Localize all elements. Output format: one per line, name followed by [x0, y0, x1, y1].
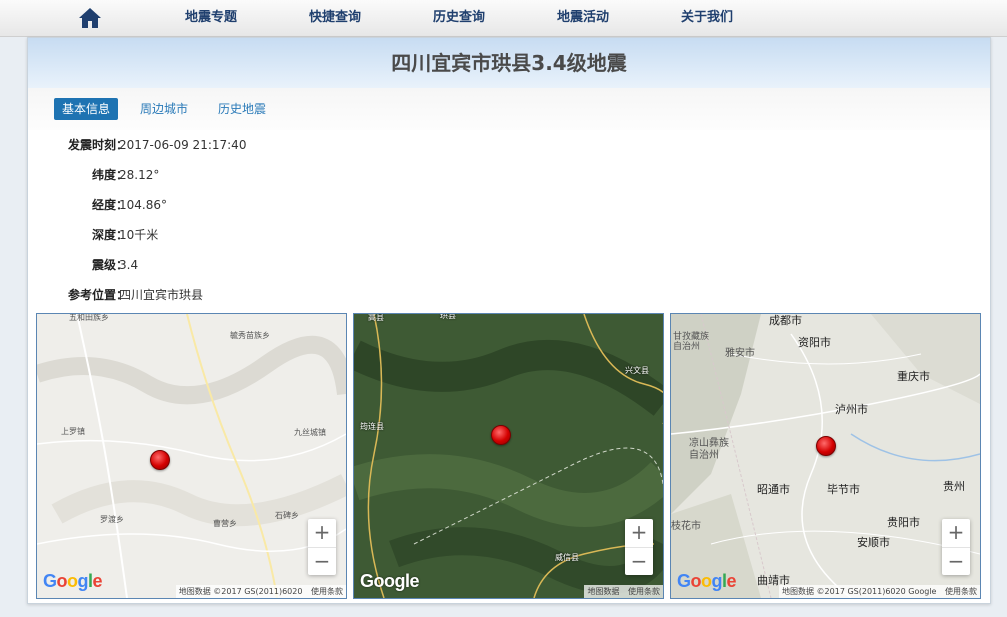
place-label: 石碑乡 — [275, 511, 299, 520]
info-label: 纬度 — [91, 168, 116, 182]
tab-nearby-cities[interactable]: 周边城市 — [132, 98, 196, 120]
earthquake-detail-panel: 四川宜宾市珙县3.4级地震 基本信息 周边城市 历史地震 发震时刻： 2017-… — [27, 37, 991, 604]
place-label: 昭通市 — [757, 483, 790, 496]
map-terrain[interactable]: 成都市 甘孜藏族自治州 雅安市 资阳市 重庆市 泸州市 凉山彝族自治州 昭通市 … — [670, 313, 981, 599]
info-value: 2017-06-09 21:17:40 — [119, 138, 247, 152]
place-label: 贵州 — [943, 480, 965, 493]
nav-item-history-query[interactable]: 历史查询 — [433, 0, 485, 36]
zoom-control: + − — [942, 519, 970, 575]
place-label: 罗渡乡 — [100, 515, 124, 524]
place-label: 上罗镇 — [61, 427, 85, 436]
place-label: 毓秀苗族乡 — [230, 331, 270, 340]
place-label: 安顺市 — [857, 536, 890, 549]
place-label: 凉山彝族自治州 — [689, 438, 729, 461]
place-label: 威信县 — [555, 553, 579, 562]
zoom-out-button[interactable]: − — [942, 548, 970, 576]
home-icon[interactable] — [78, 6, 102, 30]
roadmap-background — [37, 314, 346, 598]
place-label: 毕节市 — [827, 483, 860, 496]
place-label: 珙县 — [440, 313, 456, 320]
map-attribution: 地图数据 使用条款 — [584, 585, 663, 598]
place-label: 兴文县 — [625, 366, 649, 375]
place-label: 枝花市 — [671, 521, 701, 532]
map-attribution: 地图数据 ©2017 GS(2011)6020 Google 使用条款 — [779, 585, 980, 598]
nav-item-about[interactable]: 关于我们 — [681, 0, 733, 36]
info-value: 10千米 — [119, 228, 159, 242]
tab-history-quakes[interactable]: 历史地震 — [210, 98, 274, 120]
zoom-out-button[interactable]: − — [308, 548, 336, 576]
terms-link[interactable]: 使用条款 — [628, 587, 660, 596]
zoom-out-button[interactable]: − — [625, 548, 653, 576]
place-label: 资阳市 — [798, 336, 831, 349]
info-label: 发震时刻 — [67, 138, 116, 152]
tab-bar: 基本信息 周边城市 历史地震 — [28, 88, 990, 130]
place-label: 曹营乡 — [213, 519, 237, 528]
zoom-control: + − — [625, 519, 653, 575]
terms-link[interactable]: 使用条款 — [311, 587, 343, 596]
place-label: 成都市 — [769, 314, 802, 327]
tab-basic-info[interactable]: 基本信息 — [54, 98, 119, 120]
info-label: 参考位置 — [67, 288, 116, 302]
info-label: 经度 — [91, 198, 116, 212]
info-label: 深度 — [91, 228, 116, 242]
place-label: 泸州市 — [835, 403, 868, 416]
info-value: 3.4 — [119, 258, 139, 272]
place-label: 重庆市 — [897, 370, 930, 383]
attribution-data: 地图数据 ©2017 GS(2011)6020 Google — [782, 587, 937, 596]
page-title: 四川宜宾市珙县3.4级地震 — [28, 38, 990, 88]
place-label: 五和田族乡 — [69, 313, 109, 322]
epicenter-marker[interactable] — [491, 425, 511, 445]
nav-item-quick-query[interactable]: 快捷查询 — [309, 0, 361, 36]
attribution-data: 地图数据 — [587, 587, 620, 596]
place-label: 九丝城镇 — [294, 428, 326, 437]
nav-item-topics[interactable]: 地震专题 — [185, 0, 237, 36]
info-value: 104.86° — [119, 198, 167, 212]
epicenter-marker[interactable] — [816, 436, 836, 456]
map-satellite[interactable]: 高县 珙县 兴文县 筠连县 威信县 + − Google 地图数据 使用条款 — [353, 313, 664, 599]
info-value: 四川宜宾市珙县 — [119, 288, 204, 302]
nav-item-activity[interactable]: 地震活动 — [557, 0, 609, 36]
epicenter-marker[interactable] — [150, 450, 170, 470]
zoom-in-button[interactable]: + — [942, 519, 970, 548]
google-logo: Google — [43, 571, 103, 591]
info-value: 28.12° — [119, 168, 160, 182]
place-label: 贵阳市 — [887, 516, 920, 529]
place-label: 甘孜藏族自治州 — [673, 332, 710, 352]
zoom-control: + − — [308, 519, 336, 575]
place-label: 雅安市 — [725, 348, 755, 359]
satellite-background — [354, 314, 663, 598]
google-logo: Google — [677, 571, 737, 591]
terms-link[interactable]: 使用条款 — [945, 587, 977, 596]
top-nav: 地震专题 快捷查询 历史查询 地震活动 关于我们 — [0, 0, 1007, 37]
place-label: 高县 — [368, 313, 384, 322]
zoom-in-button[interactable]: + — [625, 519, 653, 548]
place-label: 筠连县 — [360, 422, 384, 431]
map-attribution: 地图数据 ©2017 GS(2011)6020 使用条款 — [175, 585, 346, 598]
google-logo: Google — [360, 571, 420, 591]
attribution-data: 地图数据 ©2017 GS(2011)6020 — [178, 587, 303, 596]
zoom-in-button[interactable]: + — [308, 519, 336, 548]
map-roadmap[interactable]: 五和田族乡 毓秀苗族乡 上罗镇 九丝城镇 罗渡乡 曹营乡 石碑乡 + − Goo… — [36, 313, 347, 599]
info-label: 震级 — [91, 258, 116, 272]
